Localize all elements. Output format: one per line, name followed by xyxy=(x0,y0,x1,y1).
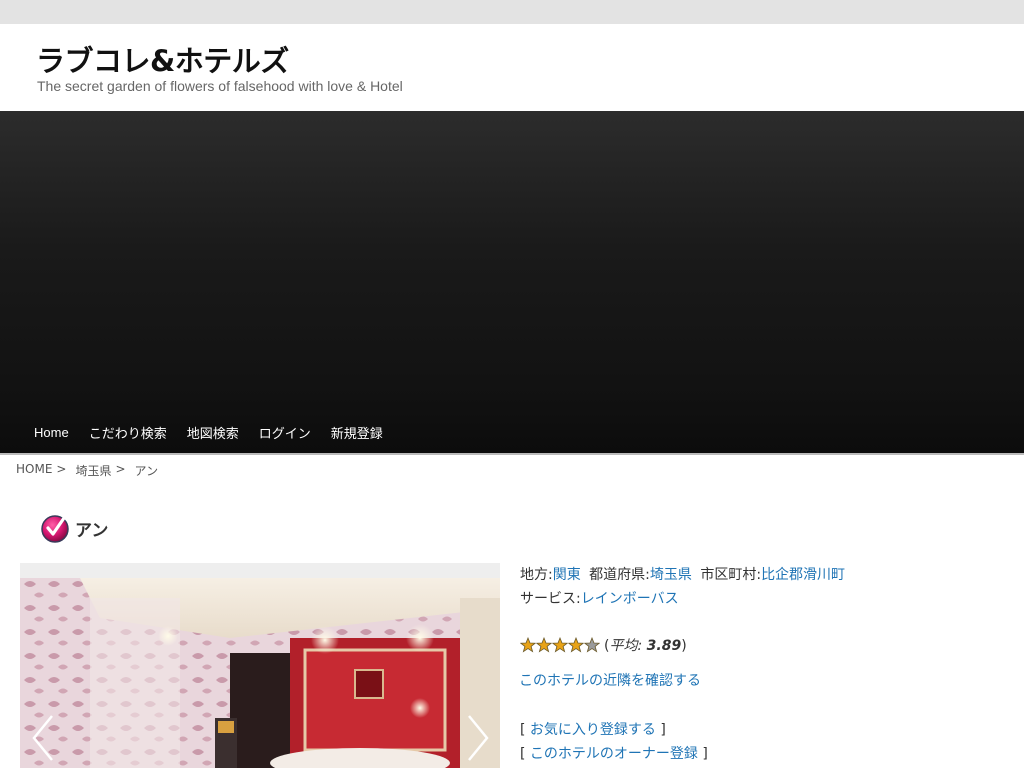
main-nav: Home こだわり検索 地図検索 ログイン 新規登録 xyxy=(24,417,393,447)
prefecture-link[interactable]: 埼玉県 xyxy=(650,567,692,583)
breadcrumb-separator: > xyxy=(56,462,67,476)
star-icon xyxy=(584,637,600,653)
nav-item-login[interactable]: ログイン xyxy=(249,423,321,442)
favorite-link[interactable]: お気に入り登録する xyxy=(530,722,656,738)
star-icon xyxy=(552,637,568,653)
page-heading: アン xyxy=(40,513,108,543)
site-header: ラブコレ&ホテルズ The secret garden of flowers o… xyxy=(0,24,1024,111)
nearby-link[interactable]: このホテルの近隣を確認する xyxy=(519,673,701,689)
region-link[interactable]: 関東 xyxy=(553,567,581,583)
breadcrumb-prefecture[interactable]: 埼玉県 xyxy=(75,462,111,479)
site-title[interactable]: ラブコレ&ホテルズ xyxy=(36,38,289,80)
service-line: サービス:レインボーバス xyxy=(520,589,845,613)
checkmark-circle-icon xyxy=(41,515,69,543)
page-title: アン xyxy=(75,520,109,541)
breadcrumb-separator: > xyxy=(115,462,126,476)
nearby-link-row: このホテルの近隣を確認する xyxy=(519,670,701,690)
room-photo xyxy=(20,578,500,768)
hero-banner: Home こだわり検索 地図検索 ログイン 新規登録 xyxy=(0,111,1024,455)
top-bar xyxy=(0,0,1024,24)
favorite-row: [ お気に入り登録する ] xyxy=(520,722,666,738)
breadcrumb-current: アン xyxy=(134,464,159,478)
star-icon xyxy=(536,637,552,653)
location-line: 地方:関東 都道府県:埼玉県 市区町村:比企郡滑川町 xyxy=(520,565,845,589)
nav-divider xyxy=(0,453,1024,455)
breadcrumb: HOME > 埼玉県 > アン xyxy=(16,462,158,479)
hotel-info: 地方:関東 都道府県:埼玉県 市区町村:比企郡滑川町 サービス:レインボーバス xyxy=(520,565,845,613)
owner-register-link[interactable]: このホテルのオーナー登録 xyxy=(530,746,698,762)
region-label: 地方: xyxy=(520,567,553,583)
nav-item-home[interactable]: Home xyxy=(24,425,79,440)
nav-item-map-search[interactable]: 地図検索 xyxy=(177,423,249,442)
city-link[interactable]: 比企郡滑川町 xyxy=(761,567,845,583)
owner-row: [ このホテルのオーナー登録 ] xyxy=(520,746,708,762)
city-label: 市区町村: xyxy=(700,567,762,583)
gallery-prev-arrow-icon[interactable] xyxy=(28,713,58,763)
rating-stars xyxy=(520,637,600,653)
service-label: サービス: xyxy=(520,591,581,607)
site-description: The secret garden of flowers of falsehoo… xyxy=(37,78,403,94)
average-label: 平均: xyxy=(609,638,647,654)
gallery-next-arrow-icon[interactable] xyxy=(463,713,493,763)
rating: (平均: 3.89) xyxy=(520,635,687,655)
average-value: 3.89 xyxy=(646,638,682,654)
photo-gallery xyxy=(20,563,500,768)
star-icon xyxy=(520,637,536,653)
star-icon xyxy=(568,637,584,653)
rating-average: (平均: 3.89) xyxy=(604,638,687,654)
nav-item-detailed-search[interactable]: こだわり検索 xyxy=(79,423,177,442)
service-link[interactable]: レインボーバス xyxy=(581,591,679,607)
prefecture-label: 都道府県: xyxy=(589,567,650,583)
nav-item-register[interactable]: 新規登録 xyxy=(321,423,393,442)
breadcrumb-home[interactable]: HOME xyxy=(16,462,52,479)
